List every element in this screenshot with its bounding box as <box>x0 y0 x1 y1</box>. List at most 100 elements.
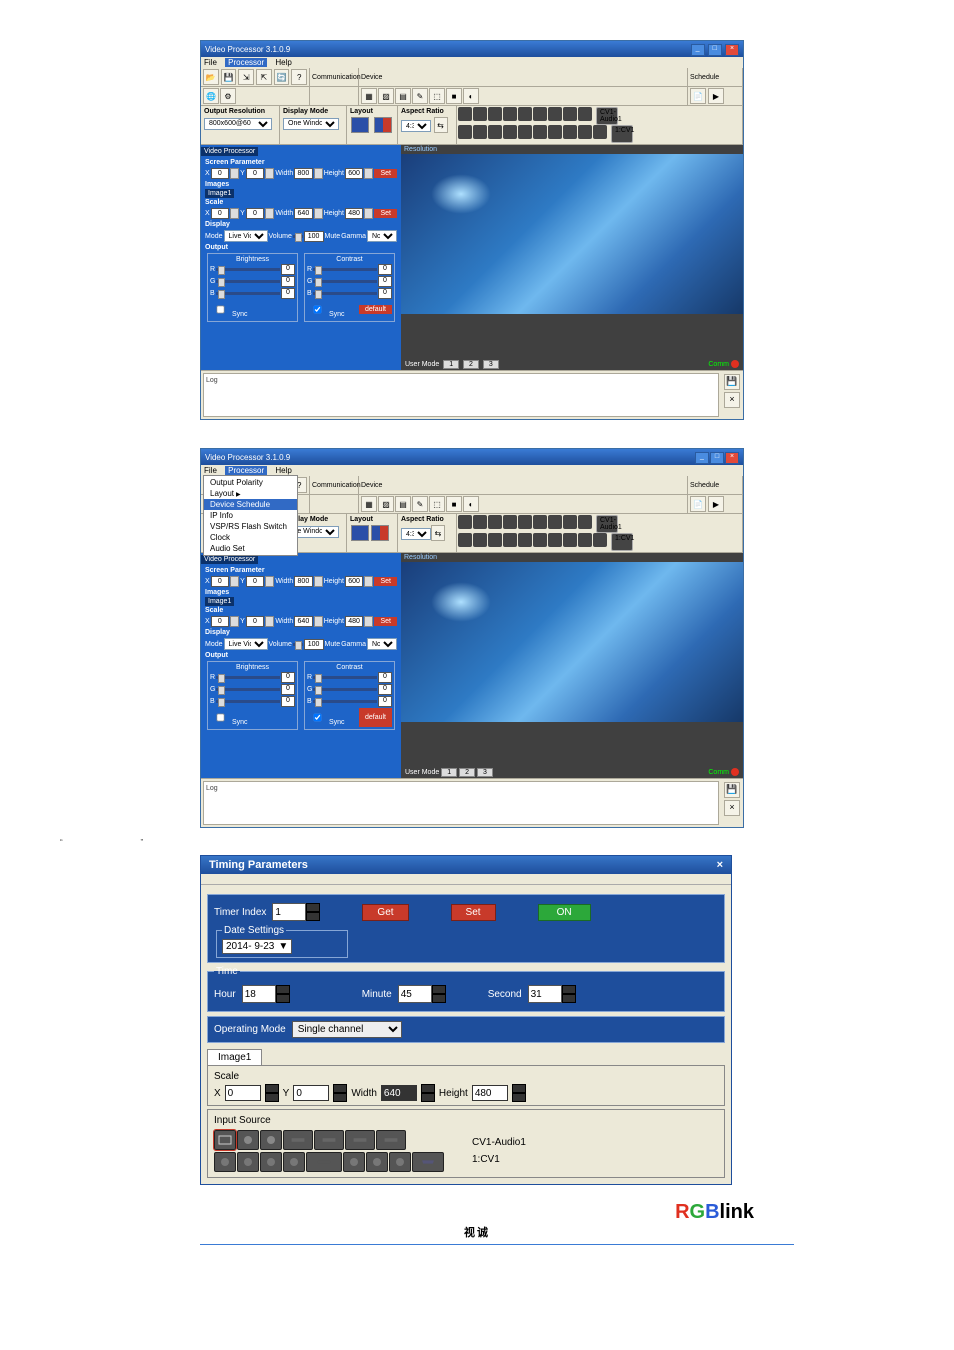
mode-select[interactable]: Live Video <box>224 230 268 242</box>
maximize-button[interactable]: □ <box>708 44 722 56</box>
dev-5[interactable]: ⬚ <box>429 88 445 104</box>
bright-sync-check[interactable]: Sync <box>210 311 248 318</box>
port-cv1[interactable] <box>214 1130 236 1150</box>
close-button[interactable]: × <box>725 44 739 56</box>
sp-w[interactable]: 800 <box>294 168 312 179</box>
port-b6[interactable] <box>366 1152 388 1172</box>
port-hdmi[interactable] <box>306 1152 342 1172</box>
dev-3[interactable]: ▤ <box>395 88 411 104</box>
sp-set-button[interactable]: Set <box>374 169 397 178</box>
user-mode-2[interactable]: 2 <box>463 360 479 369</box>
operating-mode-select[interactable]: Single channel <box>292 1021 402 1038</box>
menu-processor[interactable]: Processor <box>225 58 267 67</box>
get-button[interactable]: Get <box>362 904 408 921</box>
menu-clock[interactable]: Clock <box>204 532 297 543</box>
menu-layout[interactable]: Layout▶ <box>204 488 297 499</box>
log-clear-icon[interactable]: × <box>724 392 740 408</box>
port-b1[interactable] <box>214 1152 236 1172</box>
port-icon[interactable] <box>503 107 517 121</box>
date-picker[interactable]: 2014- 9-23▼ <box>222 939 292 954</box>
bright-b-slider[interactable] <box>216 292 280 295</box>
port-b4[interactable] <box>283 1152 305 1172</box>
scale-height-input[interactable] <box>472 1085 508 1101</box>
save-icon[interactable]: 💾 <box>221 69 237 85</box>
second-input[interactable] <box>528 985 562 1003</box>
port-icon[interactable] <box>488 107 502 121</box>
image1-tab[interactable]: Image1 <box>205 189 234 198</box>
export-icon[interactable]: ⇱ <box>256 69 272 85</box>
port-icon[interactable] <box>533 125 547 139</box>
gamma-select[interactable]: None <box>367 230 397 242</box>
port-dvi-3[interactable] <box>345 1130 375 1150</box>
scale-y-input[interactable] <box>293 1085 329 1101</box>
port-icon[interactable] <box>578 107 592 121</box>
port-icon[interactable] <box>473 125 487 139</box>
hour-input[interactable] <box>242 985 276 1003</box>
default-button[interactable]: default <box>359 305 392 314</box>
sched-1[interactable]: 📄 <box>690 88 706 104</box>
output-resolution-select[interactable]: 800x600@60 <box>204 118 272 130</box>
port-icon[interactable] <box>518 125 532 139</box>
port-dvi-1[interactable] <box>283 1130 313 1150</box>
scale-width-input[interactable] <box>381 1085 417 1101</box>
aspect-lock-icon[interactable]: ⇆ <box>434 117 448 133</box>
port-b5[interactable] <box>343 1152 365 1172</box>
bright-g-slider[interactable] <box>216 280 280 283</box>
bright-r-slider[interactable] <box>216 268 280 271</box>
port-icon[interactable] <box>458 125 472 139</box>
open-icon[interactable]: 📂 <box>203 69 219 85</box>
layout-dual[interactable] <box>374 117 392 133</box>
port-icon[interactable] <box>518 107 532 121</box>
sp-y[interactable]: 0 <box>246 168 264 179</box>
port-icon[interactable] <box>593 125 607 139</box>
user-mode-1[interactable]: 1 <box>443 360 459 369</box>
volume-slider[interactable] <box>293 235 303 238</box>
display-mode-select[interactable]: One Window <box>283 118 339 130</box>
image1-tab[interactable]: Image1 <box>207 1049 262 1065</box>
port-icon[interactable] <box>563 107 577 121</box>
scale-set-button[interactable]: Set <box>374 209 397 218</box>
sp-h[interactable]: 600 <box>345 168 363 179</box>
tp-close-icon[interactable]: × <box>717 859 723 871</box>
log-textarea[interactable]: Log <box>203 373 719 417</box>
menu-processor-active[interactable]: Processor <box>225 466 267 475</box>
timer-index-input[interactable] <box>272 903 306 921</box>
aspect-ratio-select[interactable]: 4:3 <box>401 120 431 132</box>
port-icon[interactable] <box>578 125 592 139</box>
minute-input[interactable] <box>398 985 432 1003</box>
menu-device-schedule[interactable]: Device Schedule <box>204 499 297 510</box>
port-dvi-2[interactable] <box>314 1130 344 1150</box>
dev-2[interactable]: ▨ <box>378 88 394 104</box>
cont-b-slider[interactable] <box>313 292 377 295</box>
port-vga[interactable] <box>412 1152 444 1172</box>
port-b7[interactable] <box>389 1152 411 1172</box>
port-icon[interactable] <box>548 125 562 139</box>
minimize-button[interactable]: _ <box>691 44 705 56</box>
port-b3[interactable] <box>260 1152 282 1172</box>
cont-r-slider[interactable] <box>313 268 377 271</box>
port-icon[interactable] <box>473 107 487 121</box>
cont-g-slider[interactable] <box>313 280 377 283</box>
comm-btn-2[interactable]: ⚙ <box>220 88 236 104</box>
comm-btn-1[interactable]: 🌐 <box>203 88 219 104</box>
spin-up-icon[interactable] <box>306 903 320 912</box>
dev-1[interactable]: ▦ <box>361 88 377 104</box>
help-icon[interactable]: ? <box>291 69 307 85</box>
scale-x-input[interactable] <box>225 1085 261 1101</box>
sp-x[interactable]: 0 <box>211 168 229 179</box>
port-icon[interactable] <box>563 125 577 139</box>
dev-6[interactable]: ■ <box>446 88 462 104</box>
import-icon[interactable]: ⇲ <box>238 69 254 85</box>
port-audio-r[interactable] <box>260 1130 282 1150</box>
sched-play[interactable]: ▶ <box>708 88 724 104</box>
port-icon[interactable] <box>533 107 547 121</box>
port-icon[interactable] <box>458 107 472 121</box>
sidebar-tab[interactable]: Video Processor <box>201 147 258 156</box>
port-icon[interactable] <box>488 125 502 139</box>
menu-output-polarity[interactable]: Output Polarity <box>204 477 297 488</box>
menu-audio-set[interactable]: Audio Set <box>204 543 297 554</box>
menu-file[interactable]: File <box>204 58 217 67</box>
spin-down-icon[interactable] <box>306 912 320 921</box>
user-mode-3[interactable]: 3 <box>483 360 499 369</box>
menu-ip-info[interactable]: IP Info <box>204 510 297 521</box>
